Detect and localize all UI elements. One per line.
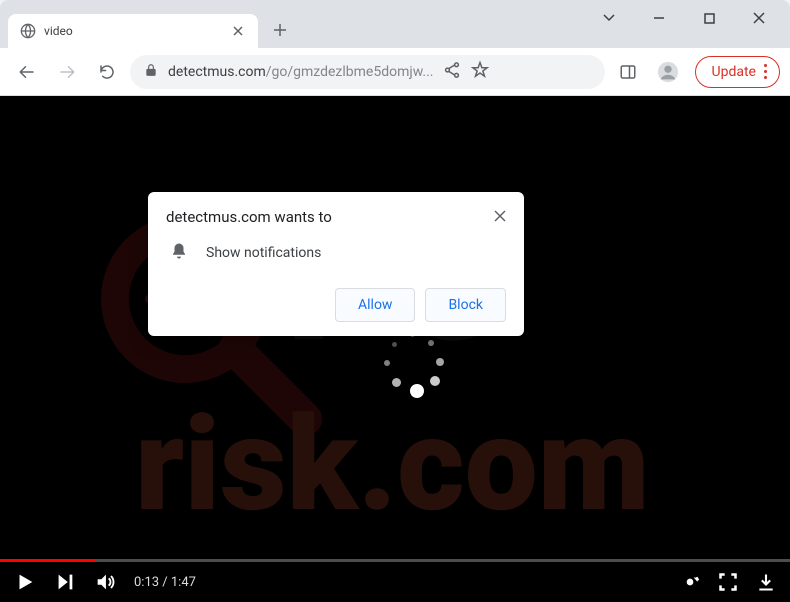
address-bar[interactable]: detectmus.com/go/gmzdezlbme5domjw... (130, 55, 605, 89)
watermark: PC risk.com (0, 96, 790, 602)
maximize-button[interactable] (686, 2, 732, 34)
minimize-button[interactable] (636, 2, 682, 34)
bell-icon (170, 242, 188, 264)
tab-title: video (44, 24, 222, 38)
dialog-close-button[interactable] (486, 202, 514, 230)
chevron-down-icon[interactable] (586, 2, 632, 34)
url-text: detectmus.com/go/gmzdezlbme5domjw... (168, 64, 433, 80)
toolbar: detectmus.com/go/gmzdezlbme5domjw... Upd… (0, 48, 790, 96)
menu-dots-icon (764, 64, 767, 79)
forward-button[interactable] (50, 55, 84, 89)
new-tab-button[interactable] (266, 16, 294, 44)
volume-button[interactable] (94, 571, 116, 593)
profile-avatar-icon[interactable] (651, 55, 685, 89)
side-panel-icon[interactable] (611, 55, 645, 89)
allow-button[interactable]: Allow (335, 288, 415, 322)
close-window-button[interactable] (736, 2, 782, 34)
fullscreen-button[interactable] (718, 572, 738, 592)
settings-gear-icon[interactable] (680, 572, 700, 592)
play-button[interactable] (14, 571, 36, 593)
block-button[interactable]: Block (425, 288, 506, 322)
bookmark-star-icon[interactable] (471, 61, 489, 83)
next-button[interactable] (54, 571, 76, 593)
notification-permission-dialog: detectmus.com wants to Show notification… (148, 192, 524, 336)
update-label: Update (712, 64, 756, 80)
download-button[interactable] (756, 572, 776, 592)
svg-text:risk.com: risk.com (135, 388, 650, 541)
share-icon[interactable] (443, 61, 461, 83)
reload-button[interactable] (90, 55, 124, 89)
video-time: 0:13 / 1:47 (134, 575, 196, 590)
update-button[interactable]: Update (695, 56, 780, 88)
lock-icon (144, 62, 158, 81)
titlebar: video (0, 0, 790, 48)
dialog-message: Show notifications (206, 245, 321, 261)
globe-icon (20, 23, 36, 39)
dialog-title: detectmus.com wants to (166, 208, 506, 226)
window-controls (586, 2, 782, 34)
video-controls: 0:13 / 1:47 (0, 562, 790, 602)
tab-close-icon[interactable] (230, 23, 246, 39)
back-button[interactable] (10, 55, 44, 89)
page-content: PC risk.com 0:13 / 1:47 detectmus.com wa… (0, 96, 790, 602)
loading-spinner-icon (380, 330, 444, 394)
browser-tab[interactable]: video (8, 14, 258, 48)
